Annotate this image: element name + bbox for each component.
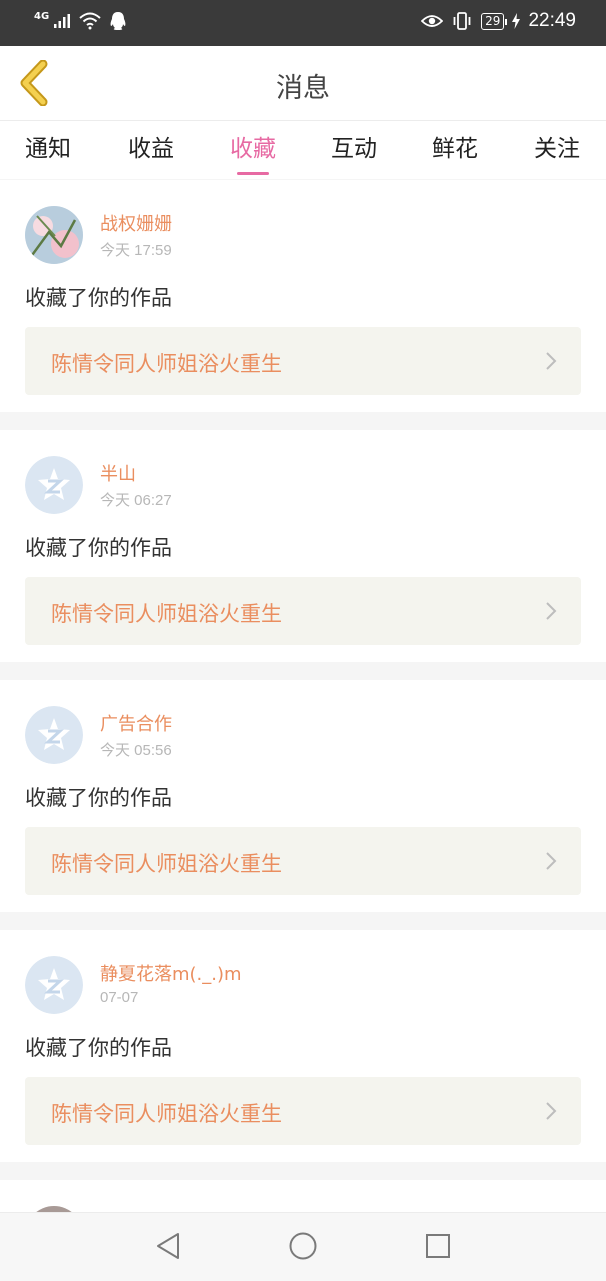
message-card: 战权姗姗 今天 17:59 收藏了你的作品 陈情令同人师姐浴火重生	[0, 180, 606, 412]
signal-icon	[54, 14, 71, 28]
page-title: 消息	[276, 73, 330, 104]
work-title: 陈情令同人师姐浴火重生	[51, 352, 282, 376]
work-title: 陈情令同人师姐浴火重生	[51, 852, 282, 876]
user-name[interactable]: 半山	[100, 460, 136, 486]
network-type: 4G	[34, 10, 50, 22]
work-link[interactable]: 陈情令同人师姐浴火重生	[25, 577, 581, 645]
message-card: 广告合作 今天 05:56 收藏了你的作品 陈情令同人师姐浴火重生	[0, 680, 606, 912]
chevron-right-icon	[546, 852, 557, 870]
tab-flowers[interactable]: 鲜花	[432, 129, 478, 163]
work-link[interactable]: 陈情令同人师姐浴火重生	[25, 1077, 581, 1145]
active-tab-indicator	[237, 172, 269, 175]
tab-interactions[interactable]: 互动	[331, 129, 377, 163]
work-title: 陈情令同人师姐浴火重生	[51, 1102, 282, 1126]
clock: 22:49	[528, 10, 576, 31]
message-card-partial	[0, 1180, 606, 1212]
message-time: 07-07	[100, 989, 139, 1006]
default-avatar-icon	[25, 456, 83, 514]
default-avatar-icon	[25, 956, 83, 1014]
charging-icon	[512, 13, 521, 29]
action-text: 收藏了你的作品	[25, 286, 172, 310]
tab-favorites[interactable]: 收藏	[230, 129, 276, 175]
tab-favorites-label: 收藏	[230, 136, 276, 162]
vibrate-icon	[453, 12, 471, 30]
user-name[interactable]: 广告合作	[100, 710, 172, 736]
user-name[interactable]: 静夏花落m(._.)m	[100, 960, 242, 986]
nav-bar: 消息	[0, 46, 606, 121]
work-link[interactable]: 陈情令同人师姐浴火重生	[25, 827, 581, 895]
user-avatar[interactable]	[25, 956, 83, 1014]
qq-notification-icon	[110, 12, 126, 30]
photo-avatar-icon	[25, 206, 83, 264]
message-time: 今天 06:27	[100, 492, 172, 509]
user-avatar[interactable]	[25, 456, 83, 514]
chevron-right-icon	[546, 1102, 557, 1120]
work-title: 陈情令同人师姐浴火重生	[51, 602, 282, 626]
message-card: 半山 今天 06:27 收藏了你的作品 陈情令同人师姐浴火重生	[0, 430, 606, 662]
eye-comfort-icon	[421, 15, 444, 27]
chevron-right-icon	[546, 352, 557, 370]
message-card: 静夏花落m(._.)m 07-07 收藏了你的作品 陈情令同人师姐浴火重生	[0, 930, 606, 1162]
action-text: 收藏了你的作品	[25, 1036, 172, 1060]
tab-following[interactable]: 关注	[534, 129, 580, 163]
battery-icon: 29	[481, 12, 508, 30]
action-text: 收藏了你的作品	[25, 786, 172, 810]
default-avatar-icon	[25, 706, 83, 764]
work-link[interactable]: 陈情令同人师姐浴火重生	[25, 327, 581, 395]
tab-notifications[interactable]: 通知	[25, 129, 71, 163]
message-time: 今天 17:59	[100, 242, 172, 259]
action-text: 收藏了你的作品	[25, 536, 172, 560]
home-circle-icon[interactable]	[288, 1231, 318, 1261]
tab-bar: 通知 收益 收藏 互动 鲜花 关注	[0, 121, 606, 179]
system-nav-bar	[0, 1212, 606, 1281]
chevron-right-icon	[546, 602, 557, 620]
back-triangle-icon[interactable]	[154, 1231, 182, 1261]
wifi-icon	[79, 12, 101, 30]
user-name[interactable]: 战权姗姗	[100, 210, 172, 236]
tab-earnings[interactable]: 收益	[128, 129, 174, 163]
recents-square-icon[interactable]	[424, 1231, 452, 1261]
user-avatar[interactable]	[25, 206, 83, 264]
user-avatar[interactable]	[25, 706, 83, 764]
status-bar: 4G 29 22:49	[0, 0, 606, 46]
message-time: 今天 05:56	[100, 742, 172, 759]
